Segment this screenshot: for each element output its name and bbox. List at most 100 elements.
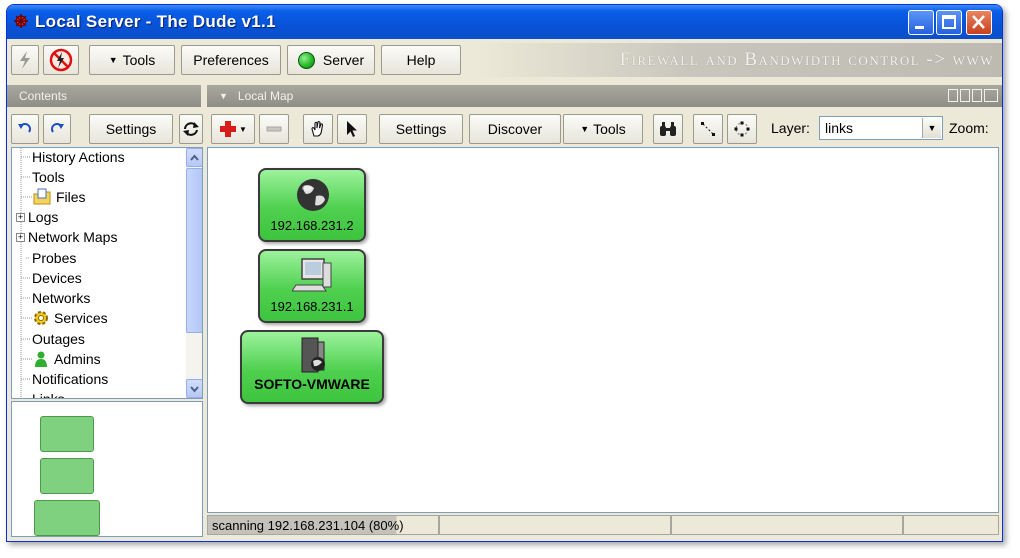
map-settings-label: Settings bbox=[395, 121, 447, 137]
status-panel bbox=[903, 515, 999, 535]
remove-icon bbox=[266, 126, 282, 132]
scroll-up-button[interactable] bbox=[186, 148, 202, 167]
tree-scrollbar[interactable] bbox=[186, 148, 202, 398]
maximize-button[interactable] bbox=[936, 10, 962, 35]
contents-settings-button[interactable]: Settings bbox=[89, 114, 173, 144]
dropdown-arrow-icon[interactable]: ▼ bbox=[922, 118, 941, 138]
device-node[interactable]: 192.168.231.2 bbox=[258, 168, 366, 242]
tree-item-probes[interactable]: Probes bbox=[32, 248, 76, 268]
user-icon bbox=[35, 351, 47, 367]
pan-tool-button[interactable] bbox=[303, 114, 333, 144]
status-panel bbox=[439, 515, 671, 535]
layout-circle-icon bbox=[734, 121, 750, 137]
map-tools-label: Tools bbox=[593, 121, 626, 137]
dropdown-arrow-icon: ▼ bbox=[239, 124, 247, 134]
scan-progress: scanning 192.168.231.104 (80%) bbox=[207, 515, 439, 535]
layer-select-value: links bbox=[825, 120, 854, 136]
tree-item-history-actions[interactable]: History Actions bbox=[32, 148, 125, 167]
disconnect-button[interactable] bbox=[43, 45, 79, 75]
minimap-node bbox=[40, 416, 94, 452]
undo-button[interactable] bbox=[11, 114, 39, 144]
tree-item-devices[interactable]: Devices bbox=[32, 268, 82, 288]
minimap-node bbox=[40, 458, 94, 494]
tree-item-outages[interactable]: Outages bbox=[32, 329, 85, 349]
redo-icon bbox=[51, 123, 64, 133]
contents-tree: History Actions Tools Files + Logs + Net… bbox=[11, 147, 203, 399]
help-button[interactable]: Help bbox=[381, 45, 461, 75]
title-bar[interactable]: Local Server - The Dude v1.1 bbox=[7, 5, 1002, 39]
collapse-arrow-icon[interactable]: ▼ bbox=[219, 91, 228, 101]
server-status-icon bbox=[297, 51, 315, 69]
files-icon bbox=[33, 188, 51, 205]
globe-icon bbox=[297, 179, 329, 211]
layer-label: Layer: bbox=[771, 120, 810, 136]
server-button[interactable]: Server bbox=[287, 45, 375, 75]
tree-item-links[interactable]: Links bbox=[32, 389, 65, 398]
layout-tool-button[interactable] bbox=[727, 114, 757, 144]
tree-item-network-maps[interactable]: + Network Maps bbox=[16, 227, 117, 247]
help-label: Help bbox=[406, 52, 436, 68]
lightning-icon bbox=[20, 51, 30, 69]
device-node[interactable]: 192.168.231.1 bbox=[258, 249, 366, 323]
connect-button[interactable] bbox=[11, 45, 39, 75]
device-node[interactable]: SOFTO-VMWARE bbox=[240, 330, 384, 404]
select-tool-button[interactable] bbox=[337, 114, 367, 144]
tagline-banner: Firewall and Bandwidth control -> www bbox=[477, 43, 1002, 77]
contents-header-label: Contents bbox=[19, 89, 68, 103]
minimap[interactable] bbox=[11, 401, 203, 537]
minimap-node bbox=[34, 500, 100, 536]
discover-label: Discover bbox=[487, 121, 543, 137]
find-button[interactable] bbox=[653, 114, 683, 144]
close-button[interactable] bbox=[966, 10, 992, 35]
tree-item-logs[interactable]: + Logs bbox=[16, 207, 58, 227]
device-label: 192.168.231.2 bbox=[270, 218, 354, 233]
window-title: Local Server - The Dude v1.1 bbox=[35, 12, 276, 31]
tree-item-services[interactable]: Services bbox=[32, 308, 108, 328]
map-settings-button[interactable]: Settings bbox=[379, 114, 463, 144]
discover-button[interactable]: Discover bbox=[469, 114, 561, 144]
server-label: Server bbox=[322, 52, 365, 68]
minimize-button[interactable] bbox=[908, 10, 934, 35]
layer-select[interactable]: links ▼ bbox=[819, 116, 943, 140]
scroll-down-button[interactable] bbox=[186, 379, 202, 398]
pointer-icon bbox=[347, 121, 357, 137]
contents-panel-header: Contents bbox=[7, 85, 201, 107]
link-line-icon bbox=[701, 122, 715, 136]
preferences-button[interactable]: Preferences bbox=[181, 45, 281, 75]
tree-item-networks[interactable]: Networks bbox=[32, 288, 90, 308]
scroll-thumb[interactable] bbox=[186, 168, 202, 333]
tree-item-notifications[interactable]: Notifications bbox=[32, 369, 108, 389]
undo-icon bbox=[18, 123, 31, 133]
layout-toggle-icon[interactable] bbox=[948, 89, 998, 102]
network-map-canvas[interactable]: 192.168.231.2 192.168.231.1 SOFTO-VMWARE bbox=[207, 147, 999, 513]
app-icon bbox=[14, 14, 28, 28]
map-panel-header: ▼ Local Map bbox=[207, 85, 1002, 107]
contents-settings-label: Settings bbox=[105, 121, 157, 137]
expand-icon[interactable]: + bbox=[16, 232, 25, 242]
add-button[interactable]: ▼ bbox=[211, 114, 255, 144]
tree-item-files[interactable]: Files bbox=[32, 187, 86, 207]
tree-item-admins[interactable]: Admins bbox=[32, 349, 101, 369]
status-text: scanning 192.168.231.104 (80%) bbox=[212, 517, 404, 533]
dropdown-arrow-icon: ▼ bbox=[108, 55, 118, 65]
tools-label: Tools bbox=[122, 52, 156, 68]
remove-button[interactable] bbox=[259, 114, 289, 144]
map-tools-menu-button[interactable]: ▼ Tools bbox=[563, 114, 643, 144]
gear-icon bbox=[34, 311, 48, 325]
expand-icon[interactable]: + bbox=[16, 212, 25, 222]
no-connect-icon bbox=[49, 48, 73, 72]
app-window: Local Server - The Dude v1.1 ▼ Tools Pre… bbox=[6, 4, 1003, 542]
redo-button[interactable] bbox=[43, 114, 71, 144]
dropdown-arrow-icon: ▼ bbox=[580, 124, 590, 134]
status-panel bbox=[671, 515, 903, 535]
tools-menu-button[interactable]: ▼ Tools bbox=[89, 45, 175, 75]
link-tool-button[interactable] bbox=[693, 114, 723, 144]
map-toolbar: ▼ Settings Discover ▼ Tools Layer: links… bbox=[207, 109, 1002, 149]
close-icon bbox=[972, 15, 985, 29]
tree-item-tools[interactable]: Tools bbox=[32, 167, 65, 187]
refresh-icon bbox=[183, 122, 199, 136]
maximize-icon bbox=[942, 15, 956, 29]
zoom-label: Zoom: bbox=[949, 120, 989, 136]
refresh-button[interactable] bbox=[179, 114, 203, 144]
add-icon bbox=[220, 121, 237, 137]
